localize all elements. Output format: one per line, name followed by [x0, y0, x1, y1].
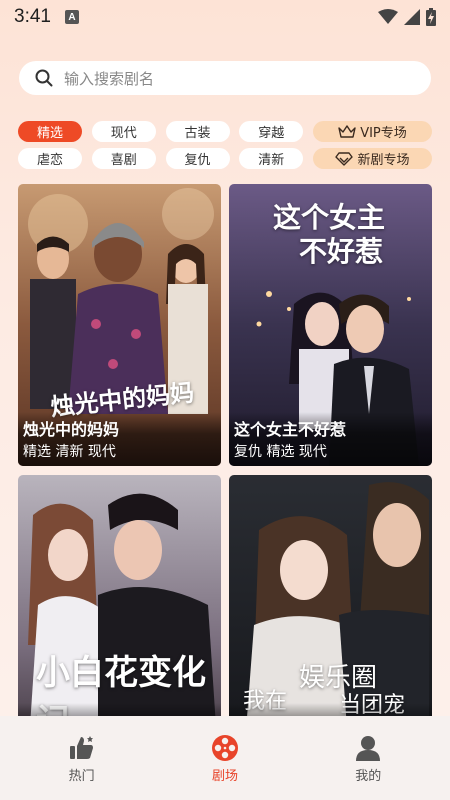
drama-card[interactable]: 烛光中的妈妈 烛光中的妈妈 精选 清新 现代 — [18, 184, 221, 466]
category-chips: 精选 现代 古装 穿越 VIP专场 虐恋 喜剧 复仇 清新 新剧专场 — [18, 121, 432, 175]
chip-new-label: 新剧专场 — [357, 153, 410, 168]
drama-card[interactable]: 这个女主 不好惹 这个女主不好惹 复仇 精选 现代 — [229, 184, 432, 466]
status-time: 3:41 — [14, 6, 51, 27]
tab-mine-label: 我的 — [355, 769, 382, 784]
search-icon — [35, 69, 53, 87]
card-tags: 复仇 精选 现代 — [234, 444, 327, 460]
chip-row: 精选 现代 古装 穿越 VIP专场 — [18, 121, 432, 142]
battery-icon — [426, 8, 436, 26]
search-input[interactable]: 输入搜索剧名 — [19, 61, 431, 95]
crown-icon — [338, 124, 356, 138]
status-icons — [378, 8, 436, 26]
search-placeholder: 输入搜索剧名 — [64, 69, 155, 88]
card-title: 这个女主不好惹 — [234, 420, 347, 439]
thumbs-up-icon — [69, 736, 93, 759]
card-title: 烛光中的妈妈 — [23, 420, 120, 439]
drama-grid: 烛光中的妈妈 烛光中的妈妈 精选 清新 现代 这个女主 不好惹 这个女主不好惹 … — [18, 184, 432, 716]
chip-nuelian[interactable]: 虐恋 — [18, 148, 82, 169]
diamond-icon — [335, 151, 354, 166]
person-icon — [356, 736, 381, 761]
card-overlay — [18, 703, 221, 716]
chip-jingxuan[interactable]: 精选 — [18, 121, 82, 142]
chip-chuanyue[interactable]: 穿越 — [239, 121, 304, 142]
poster-title-art-line2: 不好惹 — [299, 235, 384, 268]
notification-icon: A — [64, 10, 79, 24]
tab-mine[interactable]: 我的 — [323, 734, 413, 784]
card-tags: 精选 清新 现代 — [23, 444, 116, 460]
tab-theater-label: 剧场 — [211, 769, 238, 784]
tab-hot-label: 热门 — [68, 769, 95, 784]
chip-vip[interactable]: VIP专场 — [313, 121, 432, 142]
chip-guzhuang[interactable]: 古装 — [165, 121, 230, 142]
chip-qingxin[interactable]: 清新 — [239, 148, 304, 169]
wifi-icon — [378, 9, 398, 24]
status-bar: 3:41 A — [0, 0, 450, 34]
chip-fuchou[interactable]: 复仇 — [165, 148, 230, 169]
chip-new[interactable]: 新剧专场 — [313, 148, 432, 169]
card-overlay — [229, 703, 432, 716]
drama-card[interactable]: 小白花变化记 — [18, 475, 221, 716]
film-reel-icon — [211, 735, 238, 761]
chip-xiju[interactable]: 喜剧 — [91, 148, 156, 169]
chip-vip-label: VIP专场 — [360, 126, 407, 141]
chip-xiandai[interactable]: 现代 — [91, 121, 156, 142]
tab-hot[interactable]: 热门 — [37, 734, 127, 784]
signal-icon — [404, 9, 420, 25]
bottom-tab-bar: 热门 剧场 我的 — [0, 716, 450, 800]
tab-theater[interactable]: 剧场 — [180, 734, 270, 784]
chip-row: 虐恋 喜剧 复仇 清新 新剧专场 — [18, 148, 432, 169]
drama-card[interactable]: 娱乐圈 我在 当团宠 — [229, 475, 432, 716]
